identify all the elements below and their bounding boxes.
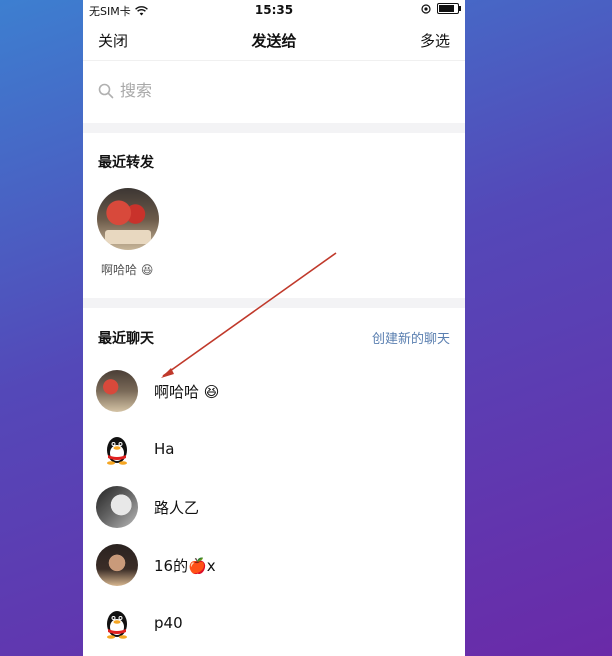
recent-forward-title: 最近转发	[98, 155, 154, 171]
avatar	[96, 370, 138, 412]
search-icon	[98, 83, 114, 98]
section-divider	[83, 298, 465, 308]
chat-name: p40	[154, 614, 183, 632]
recent-forward-item[interactable]: 啊哈哈 😆	[97, 188, 161, 277]
chat-name: 啊哈哈 😆	[154, 382, 220, 401]
chat-list: 啊哈哈 😆 Ha 路人乙 16的🍎x p40	[83, 362, 465, 652]
multiselect-button[interactable]: 多选	[420, 30, 450, 51]
avatar	[96, 428, 138, 470]
section-divider	[83, 123, 465, 133]
search-input[interactable]	[120, 81, 320, 100]
recent-forward-section: 最近转发 啊哈哈 😆	[83, 133, 465, 298]
chat-name: 路人乙	[154, 498, 200, 517]
search-bar	[83, 60, 465, 123]
qq-penguin-icon	[107, 437, 127, 465]
battery-icon	[437, 3, 461, 14]
page-title: 发送给	[251, 32, 297, 50]
avatar	[96, 544, 138, 586]
chat-name: Ha	[154, 440, 175, 458]
chat-list-item[interactable]: p40	[83, 594, 465, 652]
nav-bar: 关闭 发送给 多选	[83, 20, 465, 60]
avatar	[96, 602, 138, 644]
status-bar: 无SIM卡 15:35	[83, 0, 465, 20]
chat-list-item[interactable]: 路人乙	[83, 478, 465, 536]
orientation-lock-icon	[421, 3, 431, 14]
avatar	[97, 188, 159, 250]
recent-chat-title: 最近聊天	[98, 331, 154, 347]
avatar	[96, 486, 138, 528]
chat-list-item[interactable]: 啊哈哈 😆	[83, 362, 465, 420]
phone-screen: 无SIM卡 15:35 关闭 发送给 多选 搜索 最近转发 啊哈哈 😆 最近聊天…	[83, 0, 465, 656]
recent-chat-section: 最近聊天 创建新的聊天 啊哈哈 😆 Ha 路人乙 16的🍎x p40	[83, 308, 465, 656]
qq-penguin-icon	[107, 611, 127, 639]
recent-forward-item-name: 啊哈哈 😆	[101, 263, 154, 277]
chat-name: 16的🍎x	[154, 556, 216, 575]
chat-list-item[interactable]: 16的🍎x	[83, 536, 465, 594]
status-time: 15:35	[254, 3, 294, 17]
create-new-chat-link[interactable]: 创建新的聊天	[372, 328, 450, 347]
chat-list-item[interactable]: Ha	[83, 420, 465, 478]
